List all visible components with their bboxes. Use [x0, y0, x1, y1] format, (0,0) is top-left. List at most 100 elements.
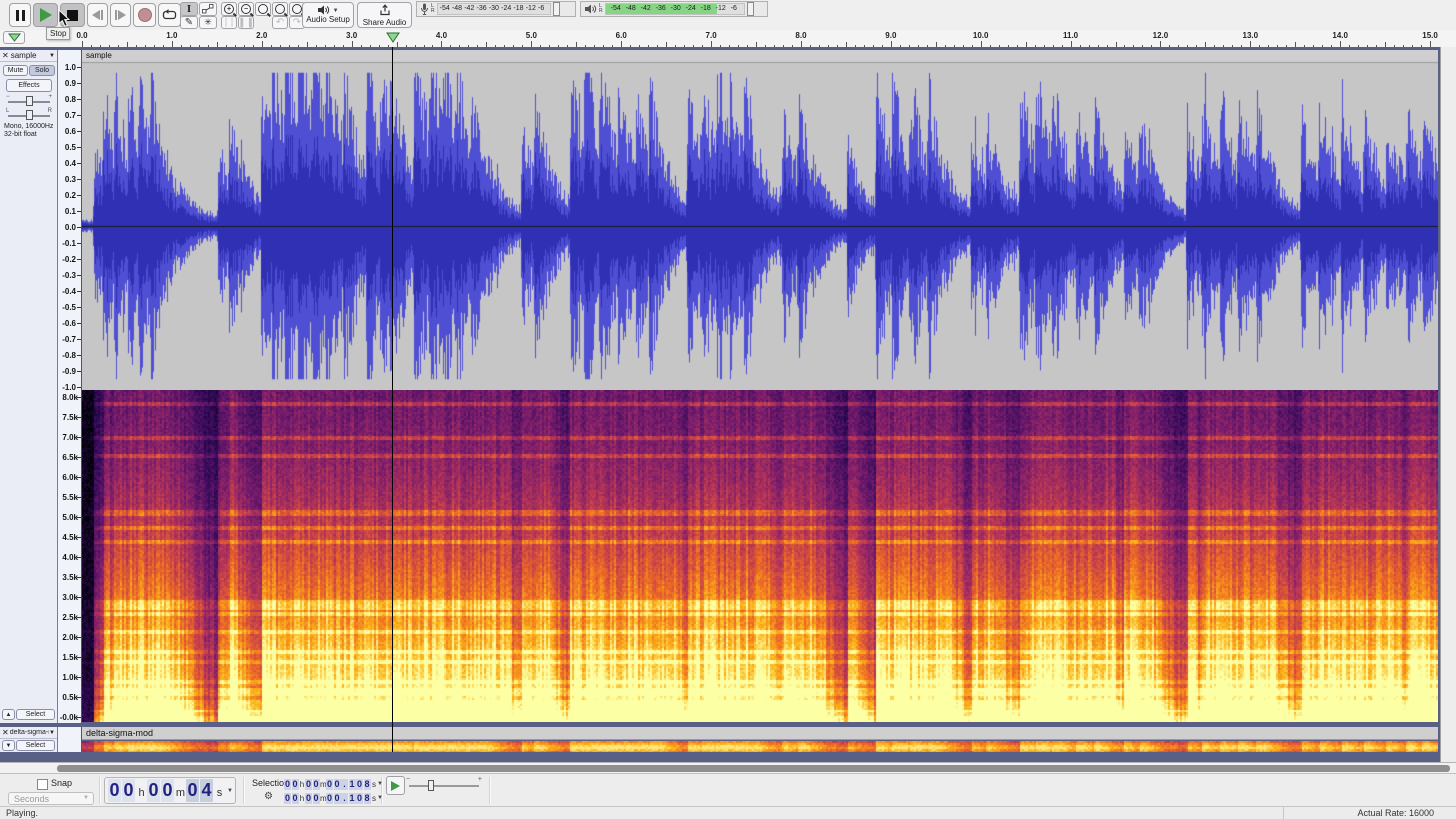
selection-digit[interactable]: 0: [305, 779, 312, 790]
zoom-out-button[interactable]: −: [238, 2, 254, 16]
selection-digit[interactable]: 8: [364, 793, 371, 804]
loop-button[interactable]: [158, 3, 181, 27]
zoom-fit-button[interactable]: [272, 2, 288, 16]
selection-digit[interactable]: 0: [326, 779, 333, 790]
snap-mode-dropdown[interactable]: Seconds ▼: [8, 792, 94, 805]
counter-digit[interactable]: 0: [122, 779, 135, 802]
track1-vertical-ruler[interactable]: 1.00.90.80.70.60.50.40.30.20.10.0-0.1-0.…: [58, 50, 82, 723]
track1-spectrogram-view[interactable]: [82, 390, 1438, 722]
selection-start-field[interactable]: 00h00m00.108s▼: [284, 778, 383, 790]
wave-ruler-tick: [77, 211, 81, 212]
selection-digit[interactable]: 0: [284, 793, 291, 804]
track2-title-bar[interactable]: ✕ delta-sigma-m ▼: [0, 727, 57, 739]
play-button[interactable]: [33, 3, 58, 27]
chevron-down-icon[interactable]: ▼: [227, 788, 233, 794]
draw-tool-button[interactable]: ✎: [180, 16, 198, 29]
counter-digit[interactable]: 0: [186, 779, 199, 802]
selection-digit[interactable]: 0: [292, 793, 299, 804]
share-audio-button[interactable]: Share Audio: [357, 2, 412, 28]
play-at-speed-button[interactable]: [386, 776, 405, 795]
pan-slider-thumb[interactable]: [26, 110, 33, 120]
close-icon[interactable]: ✕: [2, 728, 9, 737]
waveform-canvas[interactable]: [82, 50, 1438, 390]
effects-button[interactable]: Effects: [6, 79, 52, 92]
selection-digit[interactable]: 0: [334, 779, 341, 790]
chevron-down-icon[interactable]: ▼: [377, 781, 383, 787]
undo-button[interactable]: ↶: [272, 16, 288, 29]
chevron-down-icon[interactable]: ▼: [49, 53, 55, 59]
counter-digit[interactable]: 4: [200, 779, 213, 802]
selection-end-field[interactable]: 00h00m00.108s▼: [284, 792, 383, 804]
selection-digit[interactable]: .: [341, 793, 348, 804]
counter-digit[interactable]: 0: [147, 779, 160, 802]
chevron-down-icon[interactable]: ▼: [49, 730, 55, 736]
snap-checkbox[interactable]: [37, 779, 48, 790]
selection-digit[interactable]: 0: [326, 793, 333, 804]
silence-audio-button[interactable]: ▌▐: [238, 16, 254, 29]
mute-button[interactable]: Mute: [3, 65, 28, 76]
gear-icon[interactable]: ⚙: [264, 791, 273, 802]
vertical-scrollbar[interactable]: [1440, 47, 1456, 762]
selection-digit[interactable]: 0: [334, 793, 341, 804]
clip2-label-strip[interactable]: delta-sigma-mod: [82, 727, 1438, 740]
selection-digit[interactable]: 0: [313, 779, 320, 790]
playback-speed-slider[interactable]: − +: [406, 776, 482, 792]
envelope-tool-button[interactable]: [199, 2, 217, 16]
track1-name[interactable]: sample: [11, 51, 49, 60]
expand-track-button[interactable]: ▼: [2, 740, 15, 751]
track2-select-button[interactable]: Select: [16, 740, 55, 751]
selection-digit[interactable]: 1: [349, 779, 356, 790]
track2-spectrogram-strip[interactable]: [82, 741, 1438, 752]
multi-tool-button[interactable]: ✳: [199, 16, 217, 29]
chevron-down-icon[interactable]: ▼: [377, 795, 383, 801]
speed-slider-thumb[interactable]: [428, 780, 434, 791]
zoom-selection-button[interactable]: [255, 2, 271, 16]
skip-to-start-button[interactable]: [87, 3, 108, 27]
playhead-marker-icon[interactable]: [386, 32, 400, 43]
zoom-in-button[interactable]: +: [221, 2, 237, 16]
audio-position-counter[interactable]: 00h00m04s ▼: [104, 777, 236, 804]
track2-name[interactable]: delta-sigma-m: [10, 729, 49, 736]
selection-tool-button[interactable]: I: [180, 2, 198, 16]
spectrogram-canvas[interactable]: [82, 390, 1438, 722]
track1-select-button[interactable]: Select: [16, 709, 55, 720]
selection-digit[interactable]: 8: [364, 779, 371, 790]
skip-to-end-button[interactable]: [110, 3, 131, 27]
solo-button[interactable]: Solo: [29, 65, 55, 76]
wave-ruler-tick: [77, 355, 81, 356]
horizontal-scrollbar[interactable]: [0, 762, 1456, 773]
track1-waveform-view[interactable]: sample: [82, 50, 1438, 390]
selection-digit[interactable]: 0: [292, 779, 299, 790]
counter-digits: 00h00m04s: [108, 779, 225, 802]
counter-digit[interactable]: 0: [161, 779, 174, 802]
track2-strip-canvas[interactable]: [82, 741, 1438, 752]
selection-digit[interactable]: 0: [356, 779, 363, 790]
recording-meter[interactable]: LR -54-48-42-36-30-24-18-12-6: [416, 1, 576, 17]
spec-ruler-tick: [77, 537, 81, 538]
selection-digit[interactable]: 0: [313, 793, 320, 804]
wave-ruler-label: -0.7: [58, 335, 76, 344]
close-icon[interactable]: ✕: [2, 51, 9, 60]
pan-right-label: R: [48, 108, 52, 114]
gain-slider-thumb[interactable]: [26, 96, 33, 106]
gain-slider[interactable]: − +: [6, 95, 52, 107]
record-button[interactable]: [133, 3, 156, 27]
audio-setup-button[interactable]: ▼ Audio Setup: [302, 2, 354, 28]
selection-digit[interactable]: 0: [356, 793, 363, 804]
playback-meter[interactable]: LR -54-48-42-36-30-24-18-12-6: [580, 1, 768, 17]
track1-title-bar[interactable]: ✕ sample ▼: [0, 50, 57, 62]
selection-digit[interactable]: 1: [349, 793, 356, 804]
pan-slider[interactable]: L R: [6, 109, 52, 121]
horizontal-scrollbar-thumb[interactable]: [57, 765, 1450, 772]
selection-digit[interactable]: .: [341, 779, 348, 790]
playback-meter-bar[interactable]: -54-48-42-36-30-24-18-12-6: [605, 3, 745, 15]
pause-button[interactable]: [9, 3, 31, 27]
timeline-ruler[interactable]: 0.01.02.03.04.05.06.07.08.09.010.011.012…: [0, 30, 1456, 48]
collapse-track-button[interactable]: ▲: [2, 709, 15, 720]
selection-digit[interactable]: 0: [305, 793, 312, 804]
counter-digit[interactable]: 0: [108, 779, 121, 802]
trim-audio-button[interactable]: ⎪⎪: [221, 16, 237, 29]
recording-meter-bar[interactable]: -54-48-42-36-30-24-18-12-6: [437, 3, 551, 15]
track2-vertical-ruler[interactable]: [58, 727, 82, 752]
selection-digit[interactable]: 0: [284, 779, 291, 790]
